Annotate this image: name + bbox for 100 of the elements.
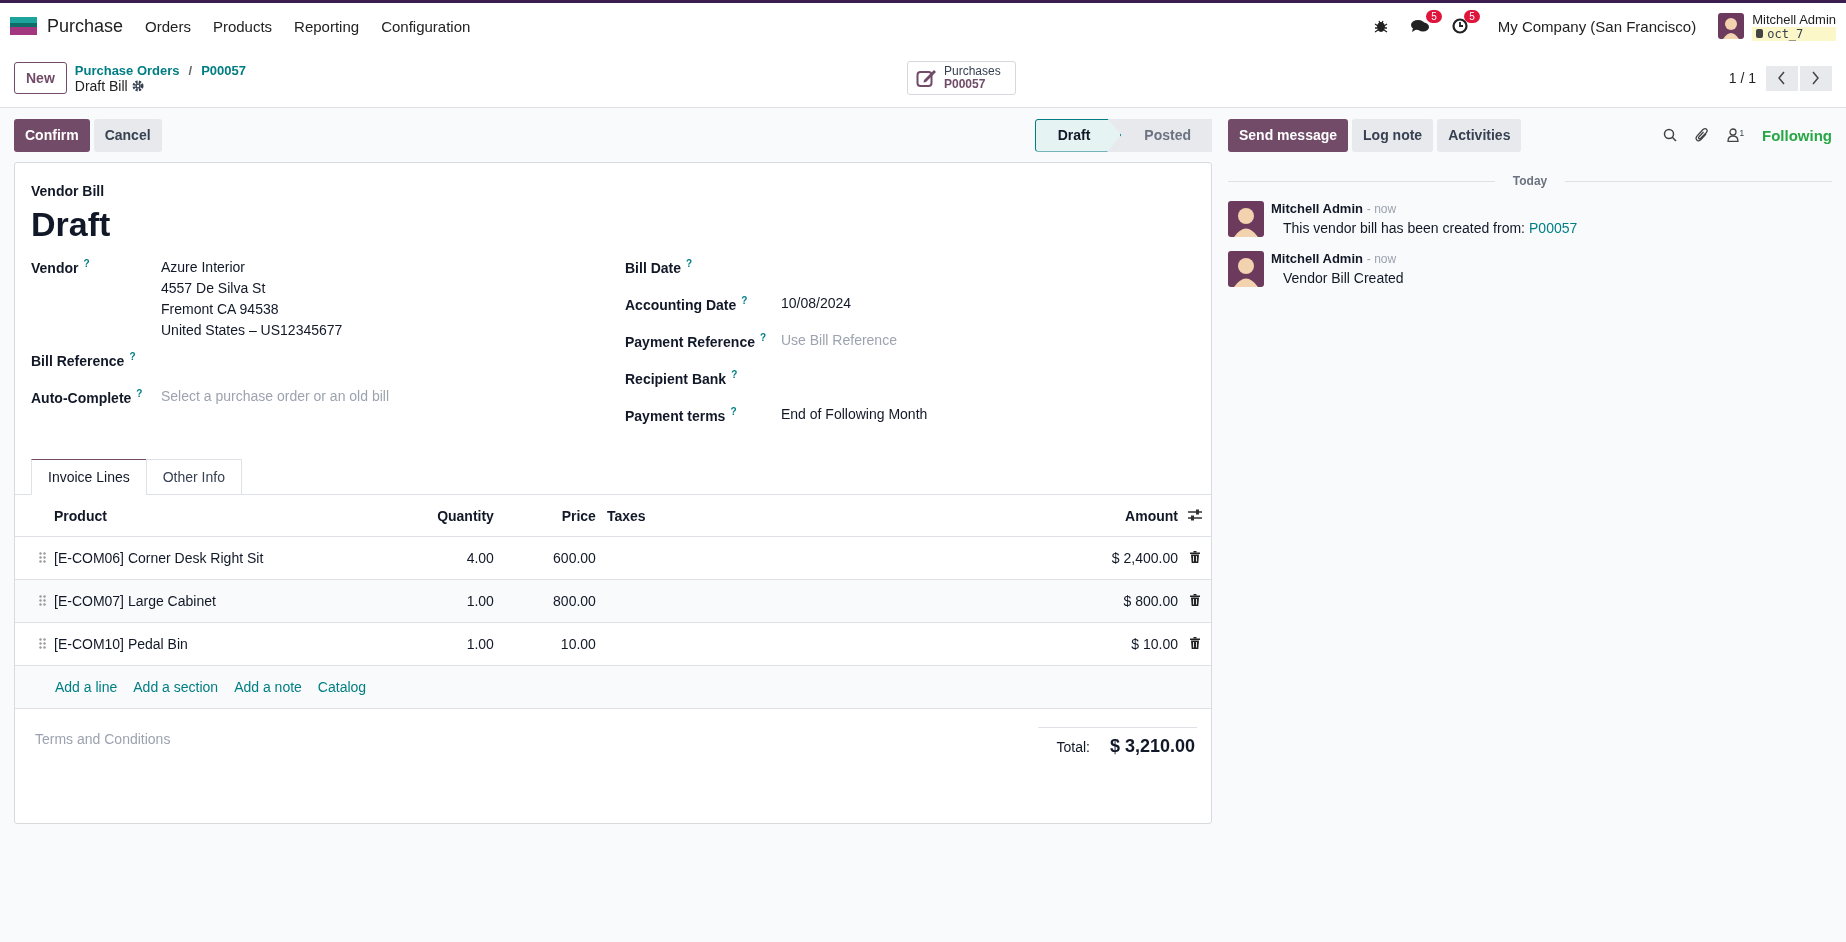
- next-button[interactable]: [1800, 65, 1832, 91]
- trash-icon[interactable]: [1190, 637, 1200, 649]
- menu-item[interactable]: Products: [212, 17, 273, 35]
- product-cell: [E-COM07] Large Cabinet: [54, 593, 216, 609]
- author-avatar-icon[interactable]: [1228, 251, 1264, 287]
- column-settings-icon[interactable]: [1188, 508, 1202, 521]
- breadcrumb-link[interactable]: P00057: [201, 62, 247, 78]
- help-tooltip[interactable]: ?: [730, 406, 737, 417]
- record-title: Draft Bill: [74, 77, 128, 94]
- document-type-label: Vendor Bill: [31, 183, 106, 199]
- database-name: oct_7: [1767, 26, 1804, 41]
- follower-count: 1: [1739, 128, 1744, 138]
- help-tooltip[interactable]: ?: [83, 258, 90, 269]
- product-cell: [E-COM06] Corner Desk Right Sit: [54, 550, 264, 566]
- record-link[interactable]: P00057: [1529, 220, 1578, 236]
- column-header[interactable]: Price: [494, 495, 597, 537]
- field-label: Auto-Complete: [31, 389, 132, 406]
- settings-icon[interactable]: [131, 79, 144, 92]
- trash-icon[interactable]: [1190, 594, 1200, 606]
- help-tooltip[interactable]: ?: [759, 332, 767, 343]
- add-line-link[interactable]: Add a line: [55, 679, 118, 695]
- confirm-button[interactable]: Confirm: [14, 118, 90, 152]
- status-stage[interactable]: Draft: [1034, 118, 1122, 152]
- new-button[interactable]: New: [14, 62, 67, 94]
- chatter-button[interactable]: Activities: [1437, 118, 1522, 152]
- author-avatar-icon[interactable]: [1228, 201, 1264, 237]
- breadcrumb-link[interactable]: Purchase Orders: [74, 62, 180, 78]
- chevron-left-icon: [1777, 71, 1787, 85]
- company-switcher[interactable]: My Company (San Francisco): [1497, 17, 1697, 35]
- clock-icon[interactable]: [1451, 18, 1468, 34]
- message-author[interactable]: Mitchell Admin: [1271, 251, 1363, 266]
- quantity-cell: 1.00: [466, 593, 494, 609]
- vendor-address[interactable]: Azure Interior 4557 De Silva St Fremont CA 94538 United States – US12345677: [161, 257, 343, 341]
- product-cell: [E-COM10] Pedal Bin: [54, 636, 188, 652]
- quantity-cell: 1.00: [466, 636, 494, 652]
- column-header[interactable]: Product: [50, 495, 400, 537]
- add-line-link[interactable]: Catalog: [317, 679, 367, 695]
- notebook-tab[interactable]: Other Info: [145, 459, 242, 495]
- message-time: - now: [1366, 252, 1397, 266]
- notebook-tab[interactable]: Invoice Lines: [31, 459, 147, 495]
- message-text: Vendor Bill Created: [1283, 270, 1404, 286]
- column-header[interactable]: Quantity: [399, 495, 495, 537]
- total-value: $ 3,210.00: [1109, 736, 1195, 757]
- bug-icon[interactable]: [1373, 19, 1388, 33]
- amount-cell: $ 2,400.00: [1111, 550, 1178, 566]
- menu-item[interactable]: Orders: [145, 17, 191, 35]
- help-tooltip[interactable]: ?: [686, 258, 693, 269]
- message-time: - now: [1366, 202, 1397, 216]
- field-label: Payment terms: [625, 407, 726, 424]
- input-field[interactable]: 10/08/2024: [781, 295, 852, 311]
- message-count-badge: 5: [1426, 10, 1442, 23]
- user-name[interactable]: Mitchell Admin: [1752, 11, 1836, 27]
- column-header[interactable]: Amount: [1067, 495, 1179, 537]
- person-icon[interactable]: [1727, 128, 1740, 142]
- breadcrumb-separator: /: [188, 62, 193, 78]
- field-label: Bill Date: [625, 259, 681, 276]
- user-avatar-icon[interactable]: [1718, 13, 1745, 39]
- previous-button[interactable]: [1766, 65, 1798, 91]
- help-tooltip[interactable]: ?: [741, 295, 748, 306]
- total-label: Total:: [1056, 738, 1090, 755]
- add-line-link[interactable]: Add a section: [133, 679, 219, 695]
- app-name[interactable]: Purchase: [47, 15, 124, 37]
- add-line-link[interactable]: Add a note: [234, 679, 302, 695]
- chat-icon[interactable]: [1409, 18, 1430, 34]
- chevron-right-icon: [1811, 71, 1821, 85]
- price-cell: 600.00: [553, 550, 596, 566]
- message-author[interactable]: Mitchell Admin: [1271, 201, 1363, 216]
- message-text: This vendor bill has been created from:: [1283, 220, 1525, 236]
- menu-item[interactable]: Reporting: [294, 17, 360, 35]
- price-cell: 10.00: [560, 636, 596, 652]
- help-tooltip[interactable]: ?: [136, 388, 143, 399]
- input-field[interactable]: End of Following Month: [781, 406, 928, 422]
- search-icon[interactable]: [1663, 128, 1678, 142]
- field-label: Vendor: [31, 259, 79, 276]
- drag-handle-icon[interactable]: [39, 552, 46, 563]
- drag-handle-icon[interactable]: [39, 638, 46, 649]
- pager-value[interactable]: 1 / 1: [1728, 70, 1756, 86]
- field-label: Payment Reference: [625, 333, 755, 350]
- help-tooltip[interactable]: ?: [129, 351, 136, 362]
- help-tooltip[interactable]: ?: [731, 369, 738, 380]
- cancel-button[interactable]: Cancel: [93, 118, 162, 152]
- field-label: Recipient Bank: [625, 370, 727, 387]
- column-header[interactable]: Taxes: [596, 495, 1068, 537]
- paperclip-icon[interactable]: [1695, 127, 1710, 143]
- quantity-cell: 4.00: [466, 550, 494, 566]
- price-cell: 800.00: [553, 593, 596, 609]
- field-label: Bill Reference: [31, 352, 125, 369]
- field-label: Accounting Date: [625, 296, 737, 313]
- date-separator: Today: [1512, 174, 1548, 188]
- chatter-button[interactable]: Send message: [1228, 118, 1349, 152]
- edit-icon: [916, 68, 938, 88]
- amount-cell: $ 800.00: [1123, 593, 1178, 609]
- activity-count-badge: 5: [1464, 10, 1480, 23]
- drag-handle-icon[interactable]: [39, 595, 46, 606]
- document-title: Draft: [31, 205, 112, 244]
- trash-icon[interactable]: [1190, 551, 1200, 563]
- purchases-smart-button[interactable]: Purchases P00057: [907, 61, 1016, 95]
- menu-item[interactable]: Configuration: [381, 17, 471, 35]
- chatter-button[interactable]: Log note: [1352, 118, 1434, 152]
- amount-cell: $ 10.00: [1131, 636, 1178, 652]
